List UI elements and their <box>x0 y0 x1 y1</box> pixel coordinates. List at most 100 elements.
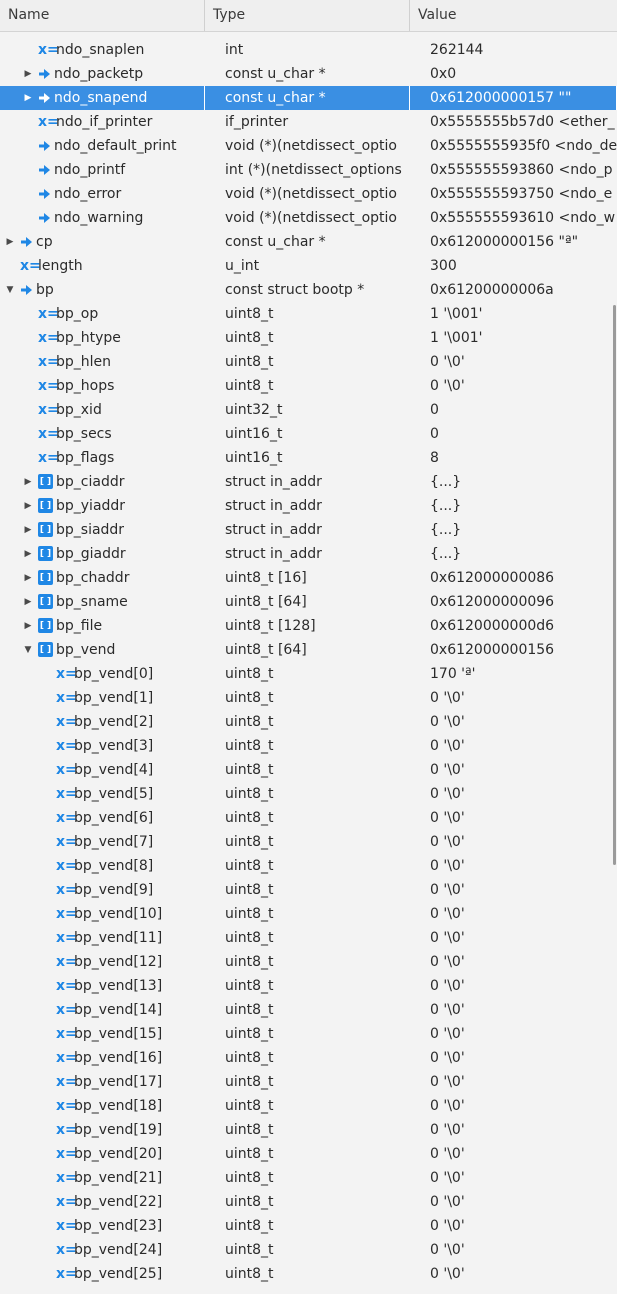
collapsed-chevron-icon[interactable]: ▶ <box>22 566 34 590</box>
value-cell[interactable]: 0x612000000157 "" <box>410 86 617 110</box>
value-cell[interactable]: 0 '\0' <box>410 1070 617 1094</box>
tree-row[interactable]: ▶ [ ] bp_yiaddr struct in_addr {...} <box>0 494 617 518</box>
value-cell[interactable]: {...} <box>410 542 617 566</box>
value-cell[interactable]: 0 '\0' <box>410 350 617 374</box>
tree-row[interactable]: x= bp_vend[19] uint8_t 0 '\0' <box>0 1118 617 1142</box>
tree-row[interactable]: x= bp_vend[17] uint8_t 0 '\0' <box>0 1070 617 1094</box>
tree-row[interactable]: ▶ [ ] bp_ciaddr struct in_addr {...} <box>0 470 617 494</box>
value-cell[interactable]: 0 '\0' <box>410 998 617 1022</box>
tree-row[interactable]: x= bp_vend[5] uint8_t 0 '\0' <box>0 782 617 806</box>
value-cell[interactable]: 0 '\0' <box>410 950 617 974</box>
value-cell[interactable]: 0 '\0' <box>410 1166 617 1190</box>
value-cell[interactable]: 0 '\0' <box>410 1238 617 1262</box>
tree-row[interactable]: ▶ [ ] bp_sname uint8_t [64] 0x612000000096 <box>0 590 617 614</box>
value-cell[interactable]: 0 '\0' <box>410 1118 617 1142</box>
value-cell[interactable]: 170 'ª' <box>410 662 617 686</box>
value-cell[interactable]: 262144 <box>410 38 617 62</box>
tree-row[interactable]: x= bp_op uint8_t 1 '\001' <box>0 302 617 326</box>
collapsed-chevron-icon[interactable]: ▶ <box>22 590 34 614</box>
tree-row[interactable]: x= bp_vend[12] uint8_t 0 '\0' <box>0 950 617 974</box>
tree-row[interactable]: ▶ [ ] bp_giaddr struct in_addr {...} <box>0 542 617 566</box>
tree-row[interactable]: x= ndo_snaplen int 262144 <box>0 38 617 62</box>
tree-row[interactable]: x= bp_secs uint16_t 0 <box>0 422 617 446</box>
tree-row[interactable]: ▼ [ ] bp_vend uint8_t [64] 0x612000000156 <box>0 638 617 662</box>
tree-row[interactable]: x= bp_vend[24] uint8_t 0 '\0' <box>0 1238 617 1262</box>
value-cell[interactable]: 0 '\0' <box>410 1262 617 1286</box>
tree-row[interactable]: ▶ ndo_snapend const u_char * 0x612000000157… <box>0 86 617 110</box>
value-cell[interactable]: 0x555555593610 <ndo_w <box>410 206 617 230</box>
collapsed-chevron-icon[interactable]: ▶ <box>4 230 16 254</box>
value-cell[interactable]: 0x612000000096 <box>410 590 617 614</box>
tree-row[interactable]: x= bp_vend[8] uint8_t 0 '\0' <box>0 854 617 878</box>
value-cell[interactable]: 0x5555555935f0 <ndo_de <box>410 134 617 158</box>
tree-row[interactable]: x= bp_vend[6] uint8_t 0 '\0' <box>0 806 617 830</box>
tree-row[interactable]: x= bp_vend[15] uint8_t 0 '\0' <box>0 1022 617 1046</box>
value-cell[interactable]: 0x5555555b57d0 <ether_ <box>410 110 617 134</box>
tree-row[interactable]: x= bp_vend[25] uint8_t 0 '\0' <box>0 1262 617 1286</box>
tree-row[interactable]: x= bp_htype uint8_t 1 '\001' <box>0 326 617 350</box>
tree-row[interactable]: x= bp_vend[20] uint8_t 0 '\0' <box>0 1142 617 1166</box>
value-cell[interactable]: 0 <box>410 422 617 446</box>
value-cell[interactable]: 0 '\0' <box>410 926 617 950</box>
variables-tree[interactable]: x= ndo_snaplen int 262144 ▶ ndo_packetp const … <box>0 27 617 1294</box>
value-cell[interactable]: 0 '\0' <box>410 1094 617 1118</box>
tree-row[interactable]: x= bp_vend[4] uint8_t 0 '\0' <box>0 758 617 782</box>
value-cell[interactable]: 0 '\0' <box>410 878 617 902</box>
tree-row[interactable]: x= bp_hops uint8_t 0 '\0' <box>0 374 617 398</box>
value-cell[interactable]: 0x612000000156 <box>410 638 617 662</box>
collapsed-chevron-icon[interactable]: ▶ <box>22 86 34 110</box>
collapsed-chevron-icon[interactable]: ▶ <box>22 494 34 518</box>
tree-row[interactable]: ▶ [ ] bp_file uint8_t [128] 0x6120000000d6 <box>0 614 617 638</box>
tree-row[interactable]: x= bp_vend[11] uint8_t 0 '\0' <box>0 926 617 950</box>
value-cell[interactable]: 0 '\0' <box>410 782 617 806</box>
expanded-chevron-icon[interactable]: ▼ <box>22 638 34 662</box>
value-cell[interactable]: 0 '\0' <box>410 686 617 710</box>
collapsed-chevron-icon[interactable]: ▶ <box>22 542 34 566</box>
expanded-chevron-icon[interactable]: ▼ <box>4 278 16 302</box>
tree-row[interactable]: ndo_error void (*)(netdissect_optio 0x5555… <box>0 182 617 206</box>
value-cell[interactable]: 0 '\0' <box>410 374 617 398</box>
value-cell[interactable]: 0 '\0' <box>410 710 617 734</box>
value-cell[interactable]: 0 '\0' <box>410 1142 617 1166</box>
value-cell[interactable]: {...} <box>410 470 617 494</box>
value-cell[interactable]: 0x0 <box>410 62 617 86</box>
collapsed-chevron-icon[interactable]: ▶ <box>22 470 34 494</box>
tree-row[interactable]: x= bp_vend[10] uint8_t 0 '\0' <box>0 902 617 926</box>
tree-row[interactable]: ▶ [ ] bp_chaddr uint8_t [16] 0x612000000086 <box>0 566 617 590</box>
value-cell[interactable]: 0 <box>410 398 617 422</box>
tree-row[interactable]: x= bp_vend[2] uint8_t 0 '\0' <box>0 710 617 734</box>
tree-row[interactable]: x= ndo_if_printer if_printer 0x5555555b57d0… <box>0 110 617 134</box>
value-cell[interactable]: 0 '\0' <box>410 806 617 830</box>
tree-row[interactable]: ▼ bp const struct bootp * 0x61200000006a <box>0 278 617 302</box>
tree-row[interactable]: x= bp_vend[13] uint8_t 0 '\0' <box>0 974 617 998</box>
value-cell[interactable]: 0 '\0' <box>410 758 617 782</box>
tree-row[interactable]: x= bp_vend[0] uint8_t 170 'ª' <box>0 662 617 686</box>
value-cell[interactable]: {...} <box>410 494 617 518</box>
value-cell[interactable]: 0 '\0' <box>410 854 617 878</box>
value-cell[interactable]: 0 '\0' <box>410 1190 617 1214</box>
tree-row[interactable]: ndo_warning void (*)(netdissect_optio 0x55… <box>0 206 617 230</box>
collapsed-chevron-icon[interactable]: ▶ <box>22 614 34 638</box>
value-cell[interactable]: 1 '\001' <box>410 326 617 350</box>
value-cell[interactable]: 0 '\0' <box>410 974 617 998</box>
tree-row[interactable]: x= bp_vend[21] uint8_t 0 '\0' <box>0 1166 617 1190</box>
value-cell[interactable]: 0x555555593750 <ndo_e <box>410 182 617 206</box>
tree-row[interactable]: x= length u_int 300 <box>0 254 617 278</box>
tree-row[interactable]: ▶ cp const u_char * 0x612000000156 "ª" <box>0 230 617 254</box>
value-cell[interactable]: 0 '\0' <box>410 830 617 854</box>
value-cell[interactable]: 0x612000000156 "ª" <box>410 230 617 254</box>
tree-row[interactable]: x= bp_vend[23] uint8_t 0 '\0' <box>0 1214 617 1238</box>
tree-row[interactable]: x= bp_vend[1] uint8_t 0 '\0' <box>0 686 617 710</box>
value-cell[interactable]: 0x555555593860 <ndo_p <box>410 158 617 182</box>
value-cell[interactable]: 0 '\0' <box>410 1214 617 1238</box>
value-cell[interactable]: 0 '\0' <box>410 1046 617 1070</box>
value-cell[interactable]: 0x612000000086 <box>410 566 617 590</box>
tree-row[interactable]: x= bp_vend[22] uint8_t 0 '\0' <box>0 1190 617 1214</box>
tree-row[interactable]: x= bp_vend[3] uint8_t 0 '\0' <box>0 734 617 758</box>
collapsed-chevron-icon[interactable]: ▶ <box>22 518 34 542</box>
value-cell[interactable]: 0x6120000000d6 <box>410 614 617 638</box>
vertical-scrollbar[interactable] <box>613 305 616 865</box>
tree-row[interactable]: ndo_printf int (*)(netdissect_options 0x55… <box>0 158 617 182</box>
tree-row[interactable]: ▶ [ ] bp_siaddr struct in_addr {...} <box>0 518 617 542</box>
tree-row[interactable]: x= bp_vend[18] uint8_t 0 '\0' <box>0 1094 617 1118</box>
